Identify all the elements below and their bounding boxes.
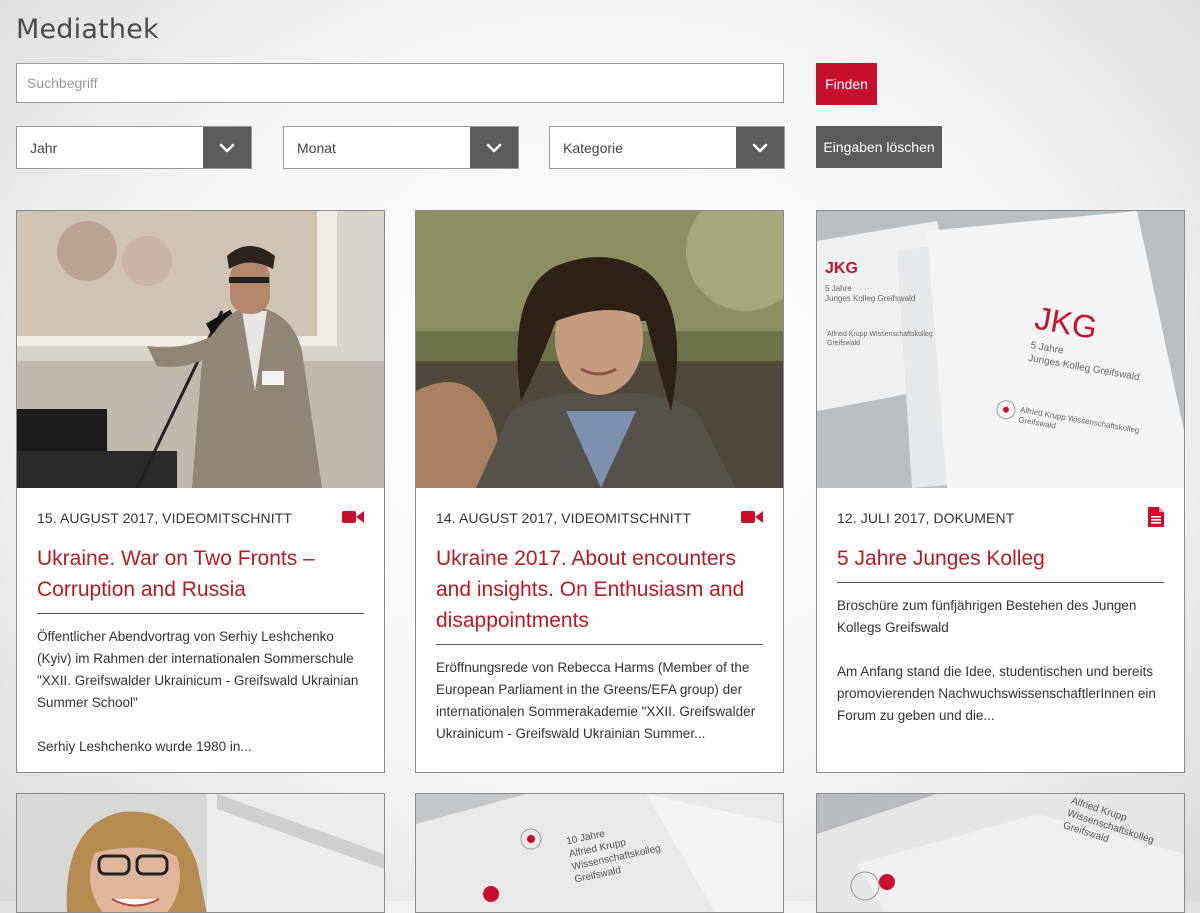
document-icon — [1148, 506, 1164, 530]
media-card[interactable]: 14. August 2017, Videomitschnitt Ukraine… — [415, 210, 784, 773]
page-title: Mediathek — [16, 14, 159, 45]
media-card-image-woman[interactable] — [16, 793, 385, 913]
year-select[interactable]: Jahr — [16, 126, 252, 169]
search-input[interactable] — [16, 63, 784, 103]
month-select[interactable]: Monat — [283, 126, 519, 169]
brochure-logo-left: JKG — [825, 260, 858, 277]
video-camera-icon — [342, 510, 364, 527]
card-title-link[interactable]: Ukraine 2017. About encounters and insig… — [436, 543, 763, 645]
card-meta: 12. Juli 2017, Dokument — [837, 510, 1015, 526]
card-title-link[interactable]: 5 Jahre Junges Kolleg — [837, 543, 1164, 583]
card-paragraph: Am Anfang stand die Idee, studentischen … — [837, 664, 1156, 723]
chevron-down-icon[interactable] — [470, 127, 518, 168]
card-paragraph: Broschüre zum fünfjährigen Bestehen des … — [837, 598, 1137, 635]
chevron-down-icon[interactable] — [203, 127, 251, 168]
card-title-link[interactable]: Ukraine. War on Two Fronts – Corruption … — [37, 543, 364, 614]
chevron-down-icon[interactable] — [736, 127, 784, 168]
card-image-speaker[interactable] — [17, 211, 384, 488]
month-select-label: Monat — [297, 139, 336, 156]
card-description: Eröffnungsrede von Rebecca Harms (Member… — [436, 657, 763, 745]
year-select-label: Jahr — [30, 139, 58, 156]
video-camera-icon — [741, 510, 763, 527]
category-select[interactable]: Kategorie — [549, 126, 785, 169]
card-paragraph: Öffentlicher Abendvortrag von Serhiy Les… — [37, 629, 359, 710]
card-image-brochure[interactable]: JKG 5 Jahre Junges Kolleg Greifswald Alf… — [817, 211, 1184, 488]
category-select-label: Kategorie — [563, 139, 623, 156]
media-card-image-brochure-krupp[interactable]: Alfried Krupp Wissenschaftskolleg Greifs… — [816, 793, 1185, 913]
clear-inputs-button[interactable]: Eingaben löschen — [816, 126, 942, 168]
card-meta: 15. August 2017, Videomitschnitt — [37, 510, 293, 526]
card-paragraph: Serhiy Leshchenko wurde 1980 in... — [37, 739, 252, 754]
card-paragraph: Eröffnungsrede von Rebecca Harms (Member… — [436, 660, 756, 741]
find-button[interactable]: Finden — [816, 63, 877, 105]
card-description: Broschüre zum fünfjährigen Bestehen des … — [837, 595, 1164, 727]
card-meta: 14. August 2017, Videomitschnitt — [436, 510, 692, 526]
brochure-left-line1: 5 Jahre — [825, 284, 852, 293]
card-description: Öffentlicher Abendvortrag von Serhiy Les… — [37, 626, 364, 758]
media-card[interactable]: JKG 5 Jahre Junges Kolleg Greifswald Alf… — [816, 210, 1185, 773]
brochure-left-line2: Junges Kolleg Greifswald — [825, 294, 915, 303]
card-image-portrait[interactable] — [416, 211, 783, 488]
media-card[interactable]: 15. August 2017, Videomitschnitt Ukraine… — [16, 210, 385, 773]
brochure-side-org2: Greifswald — [827, 340, 860, 347]
brochure-side-org1: Alfried Krupp Wissenschaftskolleg — [827, 331, 933, 338]
media-card-image-brochure-10[interactable]: 10 Jahre Alfried Krupp Wissenschaftskoll… — [415, 793, 784, 913]
